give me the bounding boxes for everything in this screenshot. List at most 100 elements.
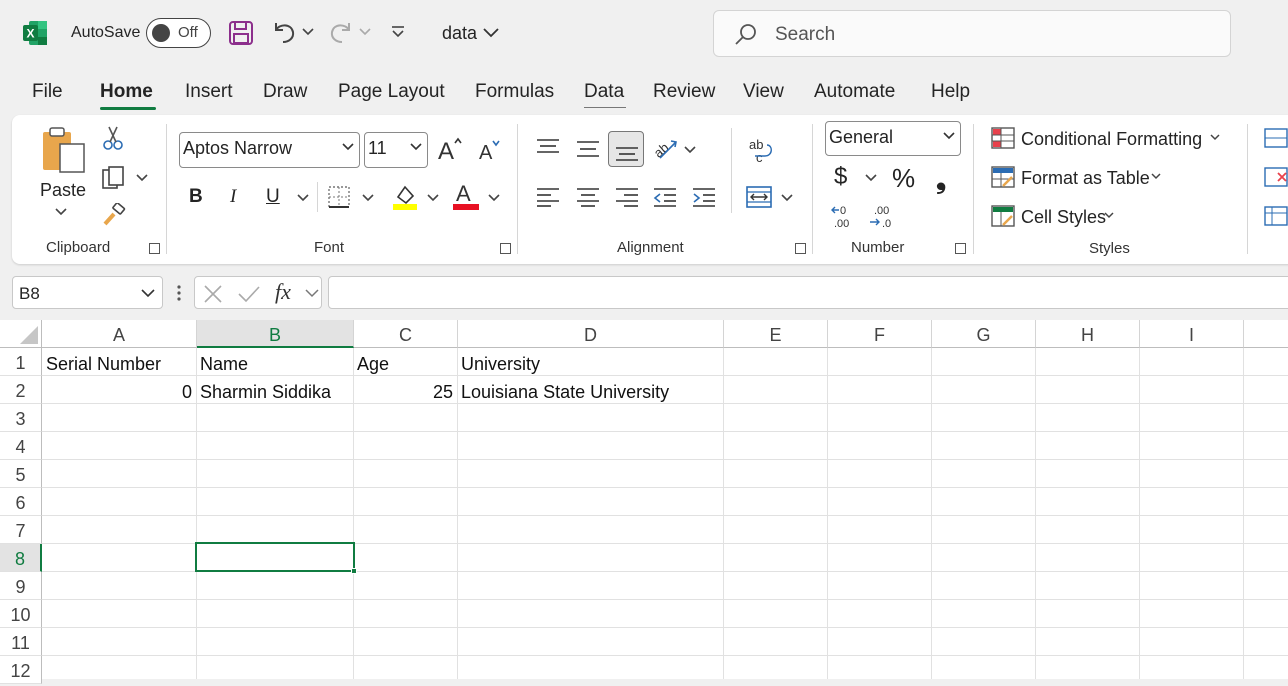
- name-box[interactable]: B8: [12, 276, 163, 309]
- search-box[interactable]: Search: [713, 10, 1231, 57]
- save-icon[interactable]: [228, 20, 254, 46]
- column-header-partial[interactable]: [1244, 320, 1288, 348]
- currency-icon[interactable]: $: [834, 163, 847, 191]
- format-as-table-dropdown-icon[interactable]: [1151, 173, 1161, 180]
- fill-handle[interactable]: [351, 568, 357, 574]
- column-header-g[interactable]: G: [932, 320, 1036, 348]
- customize-qat-icon[interactable]: [390, 24, 406, 40]
- cell-styles-dropdown-icon[interactable]: [1104, 212, 1114, 219]
- decrease-decimal-icon[interactable]: .00.0: [868, 203, 896, 229]
- paste-icon[interactable]: [40, 126, 86, 174]
- tab-automate[interactable]: Automate: [814, 81, 895, 103]
- row-header-3[interactable]: 3: [0, 404, 42, 432]
- select-all-corner[interactable]: [0, 320, 42, 348]
- clipboard-launcher-icon[interactable]: [149, 243, 160, 254]
- increase-font-size-icon[interactable]: A: [437, 136, 463, 162]
- column-header-h[interactable]: H: [1036, 320, 1140, 348]
- paste-label[interactable]: Paste: [40, 180, 86, 201]
- font-color-icon[interactable]: A: [453, 182, 479, 210]
- borders-icon[interactable]: [328, 186, 350, 208]
- font-launcher-icon[interactable]: [500, 243, 511, 254]
- undo-dropdown-icon[interactable]: [302, 28, 314, 36]
- tab-home[interactable]: Home: [100, 81, 153, 103]
- orientation-icon[interactable]: ab: [652, 136, 680, 162]
- worksheet-grid[interactable]: A B C D E F G H I 1 2 3 4 5 6 7 8 9 10 1…: [0, 320, 1288, 684]
- top-align-icon[interactable]: [536, 138, 560, 158]
- autosave-toggle[interactable]: Off: [146, 18, 211, 48]
- cell-c1[interactable]: Age: [357, 354, 389, 375]
- row-header-6[interactable]: 6: [0, 488, 42, 516]
- cell-a1[interactable]: Serial Number: [46, 354, 161, 375]
- paste-dropdown-icon[interactable]: [55, 208, 67, 216]
- merge-dropdown-icon[interactable]: [781, 194, 793, 202]
- conditional-formatting-label[interactable]: Conditional Formatting: [1021, 129, 1202, 150]
- cell-d1[interactable]: University: [461, 354, 540, 375]
- align-left-icon[interactable]: [536, 187, 560, 207]
- merge-center-icon[interactable]: [746, 185, 772, 209]
- cut-icon[interactable]: [103, 125, 123, 151]
- tab-formulas[interactable]: Formulas: [475, 81, 554, 103]
- tab-insert[interactable]: Insert: [185, 81, 233, 103]
- insert-cells-icon[interactable]: [1264, 127, 1288, 149]
- conditional-formatting-icon[interactable]: [991, 127, 1015, 149]
- format-as-table-label[interactable]: Format as Table: [1021, 168, 1150, 189]
- column-header-b[interactable]: B: [197, 320, 354, 348]
- formula-input[interactable]: [328, 276, 1288, 309]
- tab-file[interactable]: File: [32, 81, 63, 103]
- font-size-select[interactable]: 11: [364, 132, 428, 168]
- italic-icon[interactable]: I: [230, 186, 236, 208]
- column-header-a[interactable]: A: [42, 320, 197, 348]
- cell-d2[interactable]: Louisiana State University: [461, 382, 669, 403]
- tab-view[interactable]: View: [743, 81, 784, 103]
- cancel-icon[interactable]: [203, 284, 223, 304]
- column-header-d[interactable]: D: [458, 320, 724, 348]
- row-header-12[interactable]: 12: [0, 656, 42, 684]
- increase-decimal-icon[interactable]: 0.00: [830, 203, 856, 229]
- number-format-select[interactable]: General: [825, 121, 961, 156]
- conditional-formatting-dropdown-icon[interactable]: [1210, 134, 1220, 141]
- row-header-7[interactable]: 7: [0, 516, 42, 544]
- insert-function-icon[interactable]: fx: [275, 279, 291, 305]
- row-header-1[interactable]: 1: [0, 348, 42, 376]
- filename-chevron-icon[interactable]: [483, 28, 499, 38]
- row-header-5[interactable]: 5: [0, 460, 42, 488]
- row-header-2[interactable]: 2: [0, 376, 42, 404]
- tab-page-layout[interactable]: Page Layout: [338, 81, 445, 103]
- fill-color-icon[interactable]: [393, 183, 417, 211]
- row-header-9[interactable]: 9: [0, 572, 42, 600]
- currency-dropdown-icon[interactable]: [865, 174, 877, 182]
- decrease-font-size-icon[interactable]: A: [478, 138, 504, 164]
- font-color-dropdown-icon[interactable]: [488, 194, 500, 202]
- fill-color-dropdown-icon[interactable]: [427, 194, 439, 202]
- borders-dropdown-icon[interactable]: [362, 194, 374, 202]
- enter-icon[interactable]: [237, 284, 261, 304]
- alignment-launcher-icon[interactable]: [795, 243, 806, 254]
- percent-icon[interactable]: %: [892, 163, 915, 194]
- active-cell-b8[interactable]: [195, 542, 357, 574]
- bottom-align-button[interactable]: [608, 131, 644, 167]
- orientation-dropdown-icon[interactable]: [684, 146, 696, 154]
- align-right-icon[interactable]: [615, 187, 639, 207]
- format-painter-icon[interactable]: [102, 203, 126, 227]
- file-name[interactable]: data: [442, 23, 477, 44]
- increase-indent-icon[interactable]: [692, 187, 716, 207]
- number-launcher-icon[interactable]: [955, 243, 966, 254]
- wrap-text-icon[interactable]: ab c: [748, 137, 774, 165]
- cell-a2[interactable]: 0: [46, 382, 192, 403]
- format-cells-icon[interactable]: [1264, 205, 1288, 227]
- cell-b1[interactable]: Name: [200, 354, 248, 375]
- middle-align-icon[interactable]: [576, 140, 600, 160]
- cell-c2[interactable]: 25: [357, 382, 453, 403]
- row-header-8[interactable]: 8: [0, 544, 42, 572]
- column-header-f[interactable]: F: [828, 320, 932, 348]
- row-header-11[interactable]: 11: [0, 628, 42, 656]
- redo-icon[interactable]: [328, 19, 354, 45]
- copy-icon[interactable]: [101, 165, 127, 191]
- cell-styles-label[interactable]: Cell Styles: [1021, 207, 1106, 228]
- column-header-i[interactable]: I: [1140, 320, 1244, 348]
- font-name-select[interactable]: Aptos Narrow: [179, 132, 360, 168]
- cell-styles-icon[interactable]: [991, 205, 1015, 227]
- comma-style-icon[interactable]: ❟: [936, 164, 946, 196]
- decrease-indent-icon[interactable]: [653, 187, 677, 207]
- row-header-10[interactable]: 10: [0, 600, 42, 628]
